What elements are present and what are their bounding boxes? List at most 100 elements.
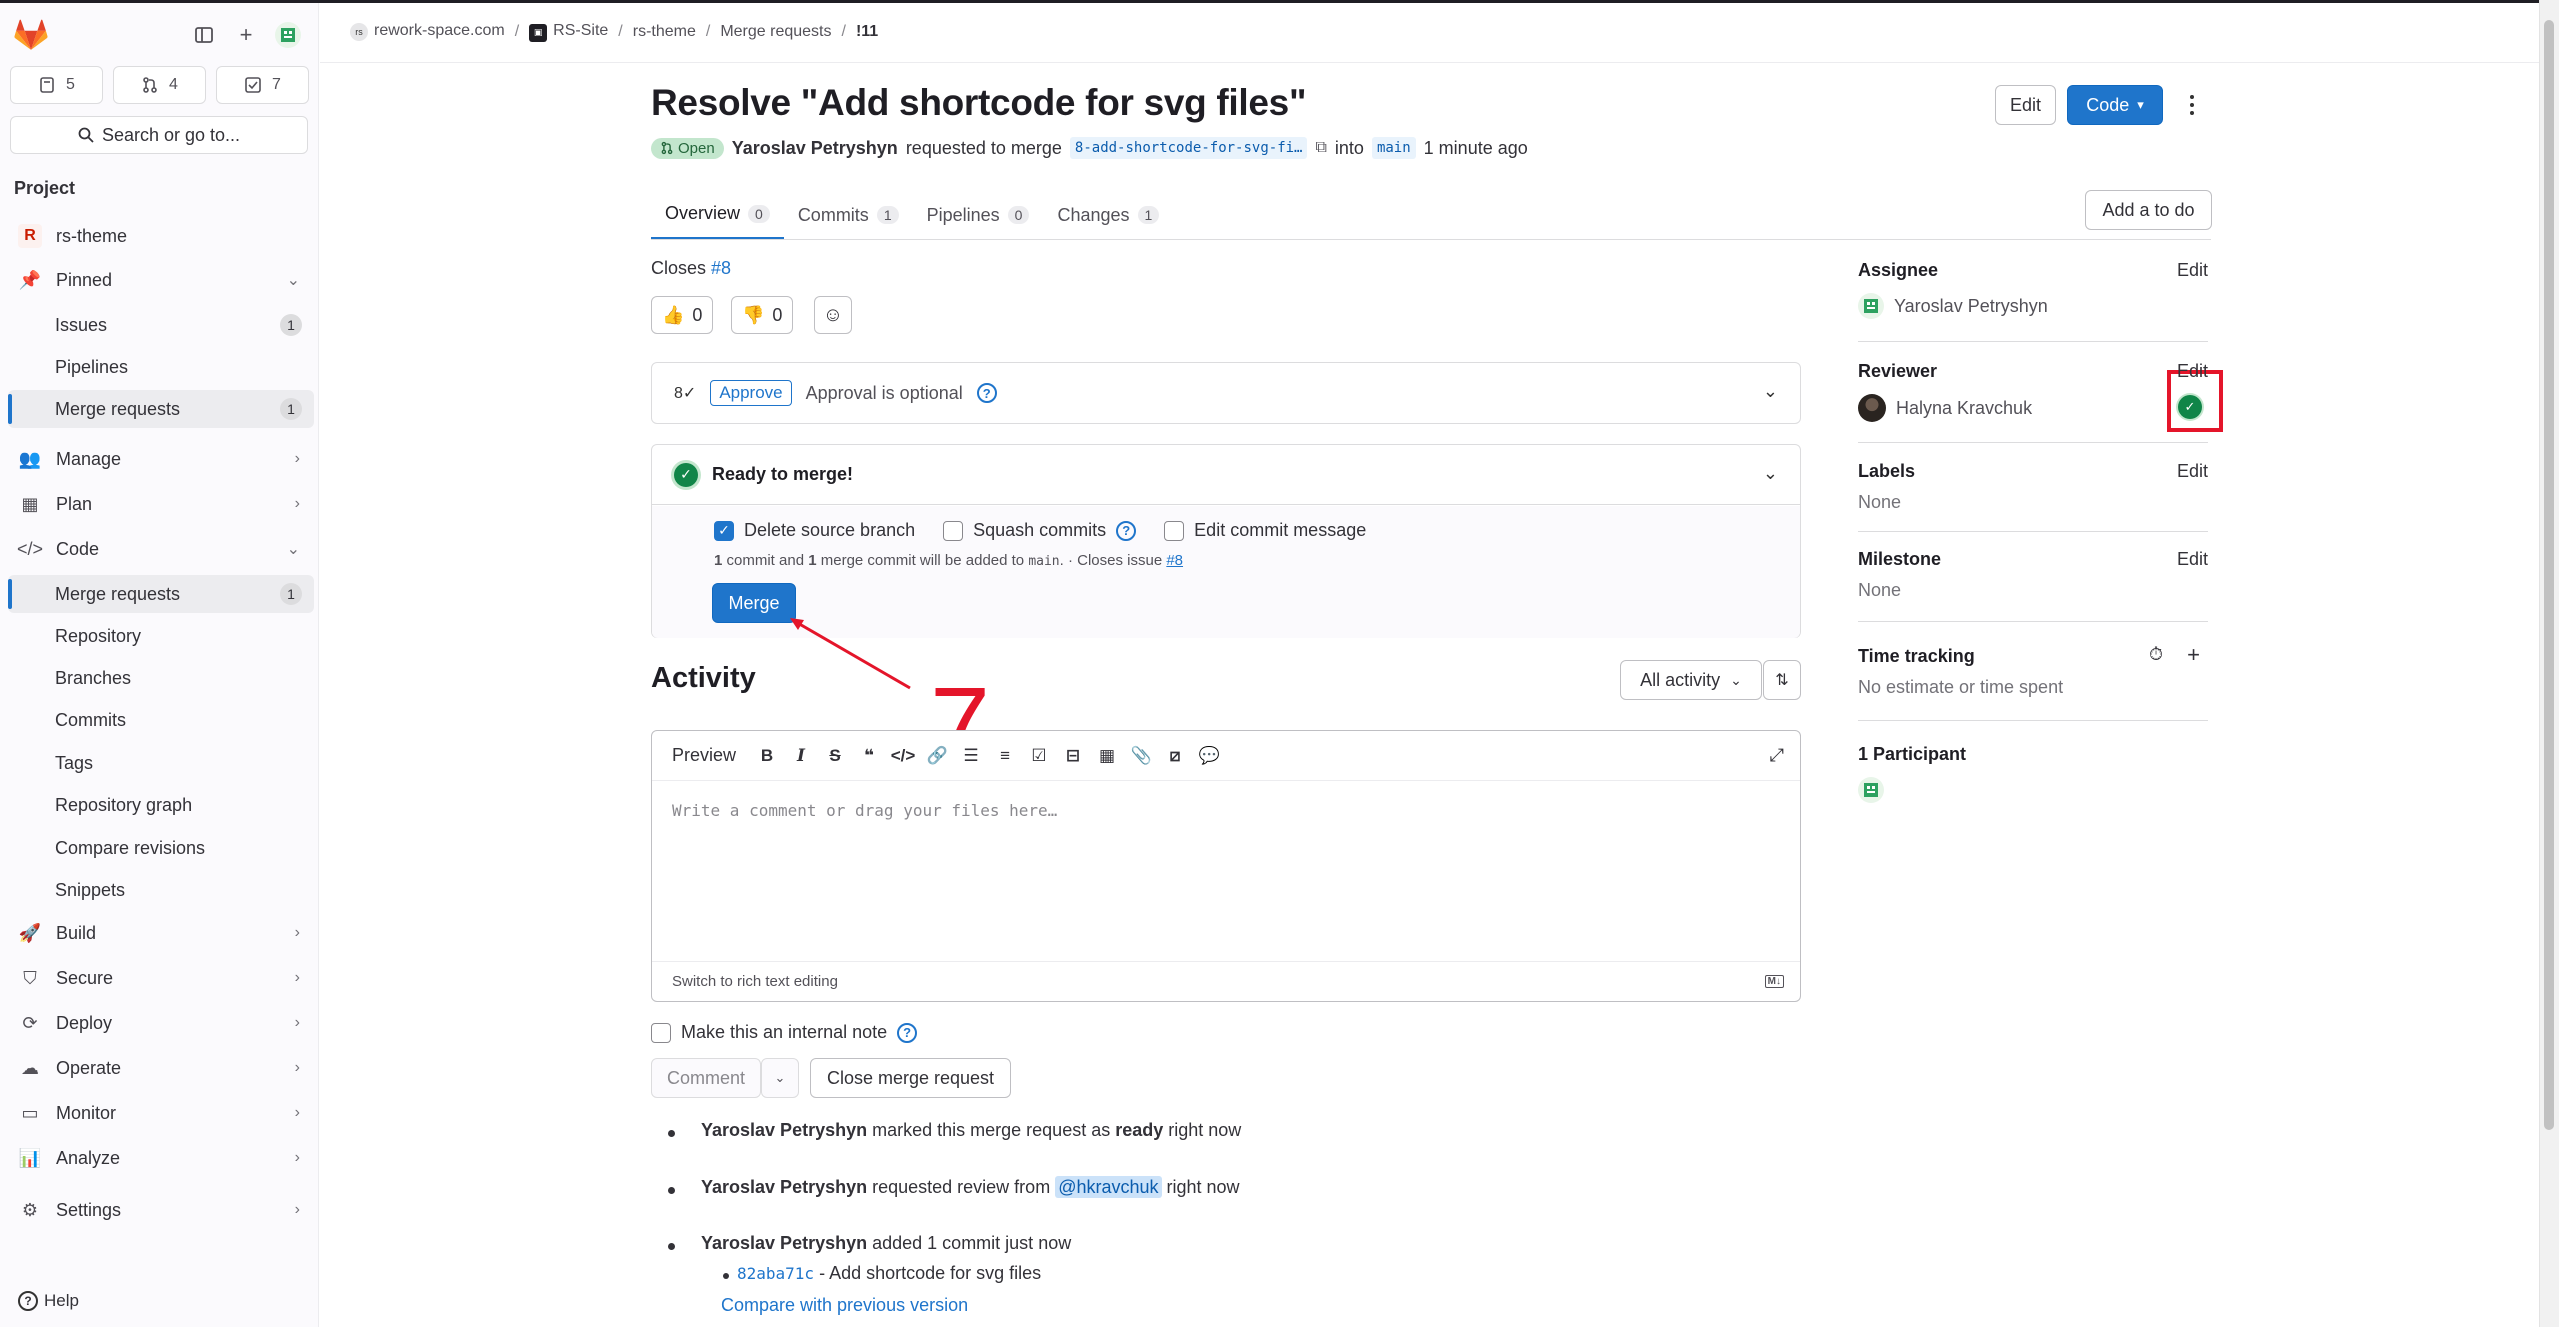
rich-text-toggle[interactable]: Switch to rich text editing	[672, 973, 838, 990]
sidebar-item-snippets[interactable]: Snippets	[8, 871, 314, 909]
sidebar-item-branches[interactable]: Branches	[8, 659, 314, 697]
attach-icon[interactable]: 📎	[1124, 741, 1158, 771]
internal-note-checkbox[interactable]	[651, 1022, 671, 1043]
bulleted-list-icon[interactable]: ☰	[954, 741, 988, 771]
closes-issue-link[interactable]: #8	[711, 258, 731, 278]
timeline-author[interactable]: Yaroslav Petryshyn	[701, 1177, 867, 1197]
breadcrumb-item-project[interactable]: rs-theme	[633, 23, 696, 41]
chevron-down-icon[interactable]: ⌄	[1763, 463, 1778, 484]
sidebar-item-pipelines[interactable]: Pipelines	[8, 348, 314, 386]
tab-changes[interactable]: Changes 1	[1043, 190, 1173, 240]
slash-command-icon[interactable]: ⧄	[1158, 741, 1192, 771]
approve-button[interactable]: Approve	[710, 380, 792, 406]
todos-button[interactable]: 7	[216, 66, 309, 104]
sidebar-project-link[interactable]: R rs-theme	[8, 217, 314, 255]
sidebar-item-secure[interactable]: ⛉ Secure ›	[8, 959, 314, 997]
author-link[interactable]: Yaroslav Petryshyn	[732, 138, 898, 159]
question-icon[interactable]: ?	[1116, 520, 1137, 541]
assignee-name[interactable]: Yaroslav Petryshyn	[1894, 296, 2048, 317]
squash-commits-checkbox[interactable]	[943, 520, 964, 541]
edit-mr-button[interactable]: Edit	[1995, 85, 2056, 125]
bold-icon[interactable]: B	[750, 741, 784, 771]
breadcrumb-item-current[interactable]: !11	[856, 23, 878, 41]
more-actions-icon[interactable]	[2180, 88, 2204, 122]
chevron-down-icon[interactable]: ⌄	[1763, 381, 1778, 402]
target-branch-tag[interactable]: main	[1371, 137, 1416, 159]
assignee-edit-button[interactable]: Edit	[2177, 260, 2208, 281]
tab-commits[interactable]: Commits 1	[784, 190, 913, 240]
compare-version-link[interactable]: Compare with previous version	[721, 1295, 968, 1316]
closes-issue-link[interactable]: #8	[1166, 552, 1183, 569]
sidebar-toggle-icon[interactable]	[190, 21, 218, 49]
plus-icon[interactable]: +	[232, 21, 260, 49]
tab-overview[interactable]: Overview 0	[651, 190, 784, 240]
preview-tab[interactable]: Preview	[652, 745, 750, 766]
search-button[interactable]: Search or go to...	[10, 116, 308, 154]
user-avatar[interactable]	[274, 21, 302, 49]
source-branch-tag[interactable]: 8-add-shortcode-for-svg-fi…	[1069, 137, 1308, 159]
add-todo-button[interactable]: Add a to do	[2085, 190, 2212, 230]
sidebar-item-commits[interactable]: Commits	[8, 701, 314, 739]
fullscreen-icon[interactable]: ⤢	[1770, 745, 1784, 766]
sidebar-item-merge-requests[interactable]: Merge requests 1	[8, 575, 314, 613]
breadcrumb-item-group[interactable]: rs rework-space.com	[350, 22, 505, 42]
close-mr-button[interactable]: Close merge request	[810, 1058, 1011, 1098]
copy-branch-icon[interactable]: ⧉	[1315, 139, 1326, 157]
thumbs-down-button[interactable]: 👎 0	[731, 296, 794, 334]
code-dropdown-button[interactable]: Code ▾	[2067, 85, 2163, 125]
breadcrumb-item-subgroup[interactable]: ▣ RS-Site	[529, 22, 608, 42]
timeline-author[interactable]: Yaroslav Petryshyn	[701, 1233, 867, 1253]
participant-avatar[interactable]	[1858, 777, 1884, 803]
sidebar-item-settings[interactable]: ⚙ Settings ›	[8, 1191, 314, 1229]
sidebar-item-code[interactable]: </> Code ⌄	[8, 530, 314, 568]
scrollbar-thumb[interactable]	[2544, 20, 2554, 1130]
page-scrollbar[interactable]	[2539, 0, 2559, 1327]
merge-requests-count-button[interactable]: 4	[113, 66, 206, 104]
italic-icon[interactable]: I	[784, 741, 818, 771]
gitlab-logo-icon[interactable]	[14, 19, 48, 51]
thumbs-up-button[interactable]: 👍 0	[651, 296, 714, 334]
sidebar-item-repository[interactable]: Repository	[8, 617, 314, 655]
sidebar-item-pinned-merge-requests[interactable]: Merge requests 1	[8, 390, 314, 428]
sidebar-item-issues[interactable]: Issues 1	[8, 306, 314, 344]
commit-sha-link[interactable]: 82aba71c	[737, 1264, 814, 1283]
reviewer-name[interactable]: Halyna Kravchuk	[1896, 398, 2032, 419]
reviewer-edit-button[interactable]: Edit	[2177, 361, 2208, 382]
table-icon[interactable]: ▦	[1090, 741, 1124, 771]
question-icon[interactable]: ?	[976, 383, 997, 403]
link-icon[interactable]: 🔗	[920, 741, 954, 771]
assigned-issues-button[interactable]: 5	[10, 66, 103, 104]
add-time-icon[interactable]: +	[2187, 642, 2200, 668]
stopwatch-icon[interactable]: ⏱	[2149, 644, 2163, 665]
code-icon[interactable]: </>	[886, 741, 920, 771]
milestone-edit-button[interactable]: Edit	[2177, 549, 2208, 570]
delete-source-branch-checkbox[interactable]: ✓	[714, 520, 734, 541]
labels-edit-button[interactable]: Edit	[2177, 461, 2208, 482]
comment-textarea[interactable]: Write a comment or drag your files here…	[672, 801, 1057, 820]
comment-button[interactable]: Comment	[651, 1058, 761, 1098]
sort-direction-button[interactable]: ⇅	[1763, 660, 1801, 700]
sidebar-item-monitor[interactable]: ▭ Monitor ›	[8, 1094, 314, 1132]
activity-filter-dropdown[interactable]: All activity ⌄	[1620, 660, 1762, 700]
tab-pipelines[interactable]: Pipelines 0	[913, 190, 1044, 240]
task-list-icon[interactable]: ☑	[1022, 741, 1056, 771]
timeline-author[interactable]: Yaroslav Petryshyn	[701, 1120, 867, 1140]
sidebar-item-deploy[interactable]: ⟳ Deploy ›	[8, 1004, 314, 1042]
collapsible-icon[interactable]: ⊟	[1056, 741, 1090, 771]
comment-icon[interactable]: 💬	[1192, 741, 1226, 771]
sidebar-pinned-toggle[interactable]: 📌 Pinned ⌄	[8, 261, 314, 299]
breadcrumb-item-merge-requests[interactable]: Merge requests	[720, 23, 831, 41]
numbered-list-icon[interactable]: ≡	[988, 741, 1022, 771]
sidebar-item-tags[interactable]: Tags	[8, 744, 314, 782]
quote-icon[interactable]: ❝	[852, 741, 886, 771]
add-reaction-button[interactable]: ☺	[814, 296, 852, 334]
help-button[interactable]: ? Help	[18, 1291, 79, 1311]
edit-commit-message-checkbox[interactable]	[1164, 520, 1185, 541]
strikethrough-icon[interactable]: S	[818, 741, 852, 771]
comment-options-dropdown[interactable]: ⌄	[761, 1058, 799, 1098]
reviewer-approved-icon[interactable]: ✓	[2178, 395, 2202, 419]
sidebar-item-plan[interactable]: ▦ Plan ›	[8, 485, 314, 523]
sidebar-item-compare-revisions[interactable]: Compare revisions	[8, 829, 314, 867]
user-mention[interactable]: @hkravchuk	[1055, 1176, 1162, 1198]
sidebar-item-repository-graph[interactable]: Repository graph	[8, 786, 314, 824]
